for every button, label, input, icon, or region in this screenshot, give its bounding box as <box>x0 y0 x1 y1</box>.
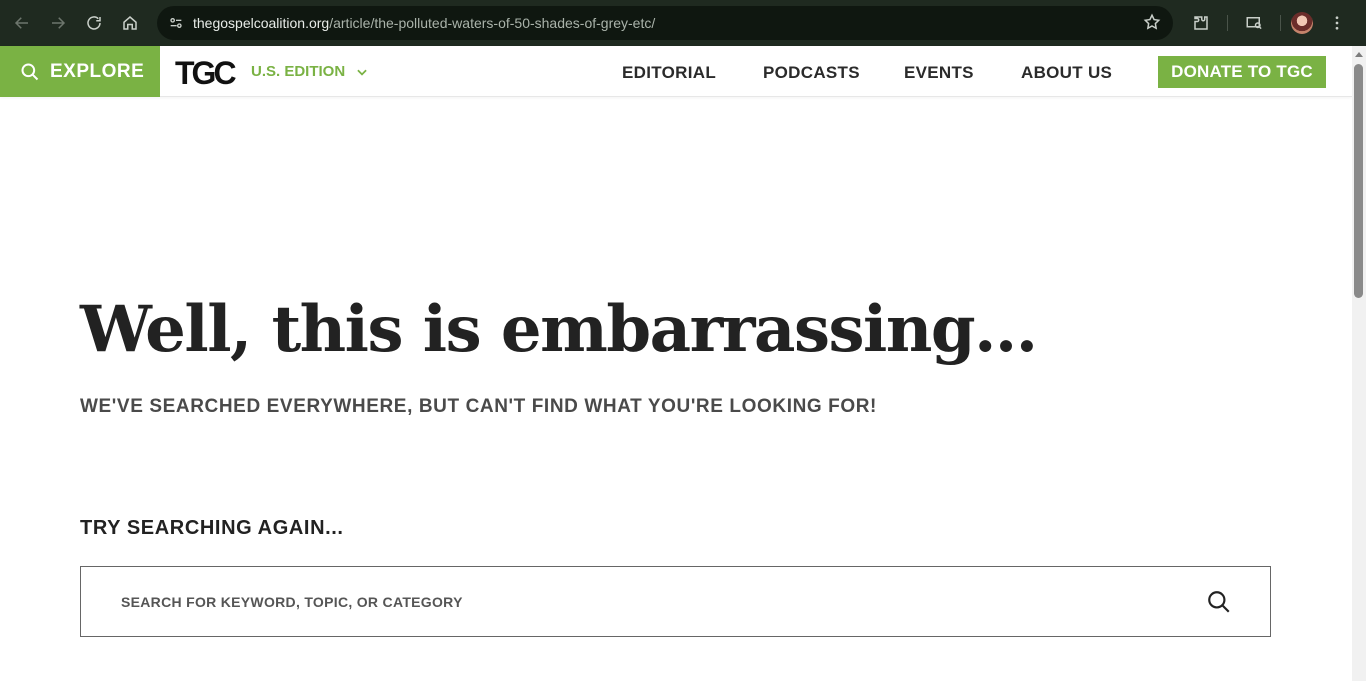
toolbar-divider <box>1280 15 1281 31</box>
explore-label: EXPLORE <box>50 60 145 82</box>
search-prompt-label: TRY SEARCHING AGAIN... <box>80 517 344 539</box>
tab-search-icon[interactable] <box>1238 5 1270 41</box>
site-info-icon[interactable] <box>159 6 193 40</box>
reload-icon[interactable] <box>76 5 112 41</box>
menu-kebab-icon[interactable] <box>1321 5 1353 41</box>
profile-avatar[interactable] <box>1291 12 1313 34</box>
donate-button[interactable]: DONATE TO TGC <box>1158 56 1326 88</box>
edition-label: U.S. EDITION <box>251 63 346 80</box>
page-title: Well, this is embarrassing... <box>80 292 1038 367</box>
tgc-logo[interactable]: TGC <box>175 55 237 92</box>
chevron-down-icon <box>357 69 367 76</box>
explore-button[interactable]: EXPLORE <box>0 46 160 97</box>
nav-about-us[interactable]: ABOUT US <box>1021 63 1112 83</box>
search-form <box>80 566 1271 637</box>
forward-icon[interactable] <box>40 5 76 41</box>
site-header: EXPLORE TGC U.S. EDITION EDITORIAL PODCA… <box>0 46 1352 97</box>
address-bar[interactable]: thegospelcoalition.org/article/the-pollu… <box>157 6 1173 40</box>
search-input[interactable] <box>121 593 1201 610</box>
scroll-up-arrow-icon[interactable] <box>1355 52 1363 57</box>
nav-events[interactable]: EVENTS <box>904 63 974 83</box>
extensions-icon[interactable] <box>1185 5 1217 41</box>
home-icon[interactable] <box>112 5 148 41</box>
browser-toolbar: thegospelcoalition.org/article/the-pollu… <box>0 0 1366 46</box>
page-scrollbar[interactable] <box>1352 46 1366 681</box>
nav-editorial[interactable]: EDITORIAL <box>622 63 716 83</box>
url-text[interactable]: thegospelcoalition.org/article/the-pollu… <box>193 15 655 31</box>
error-subheading: WE'VE SEARCHED EVERYWHERE, BUT CAN'T FIN… <box>80 396 877 417</box>
toolbar-divider <box>1227 15 1228 31</box>
search-submit-button[interactable] <box>1206 589 1234 617</box>
edition-selector[interactable]: U.S. EDITION <box>251 63 369 80</box>
scroll-thumb[interactable] <box>1354 64 1363 298</box>
search-icon <box>21 62 39 80</box>
back-icon[interactable] <box>4 5 40 41</box>
bookmark-star-icon[interactable] <box>1143 13 1161 36</box>
nav-podcasts[interactable]: PODCASTS <box>763 63 860 83</box>
search-icon <box>1208 591 1230 613</box>
